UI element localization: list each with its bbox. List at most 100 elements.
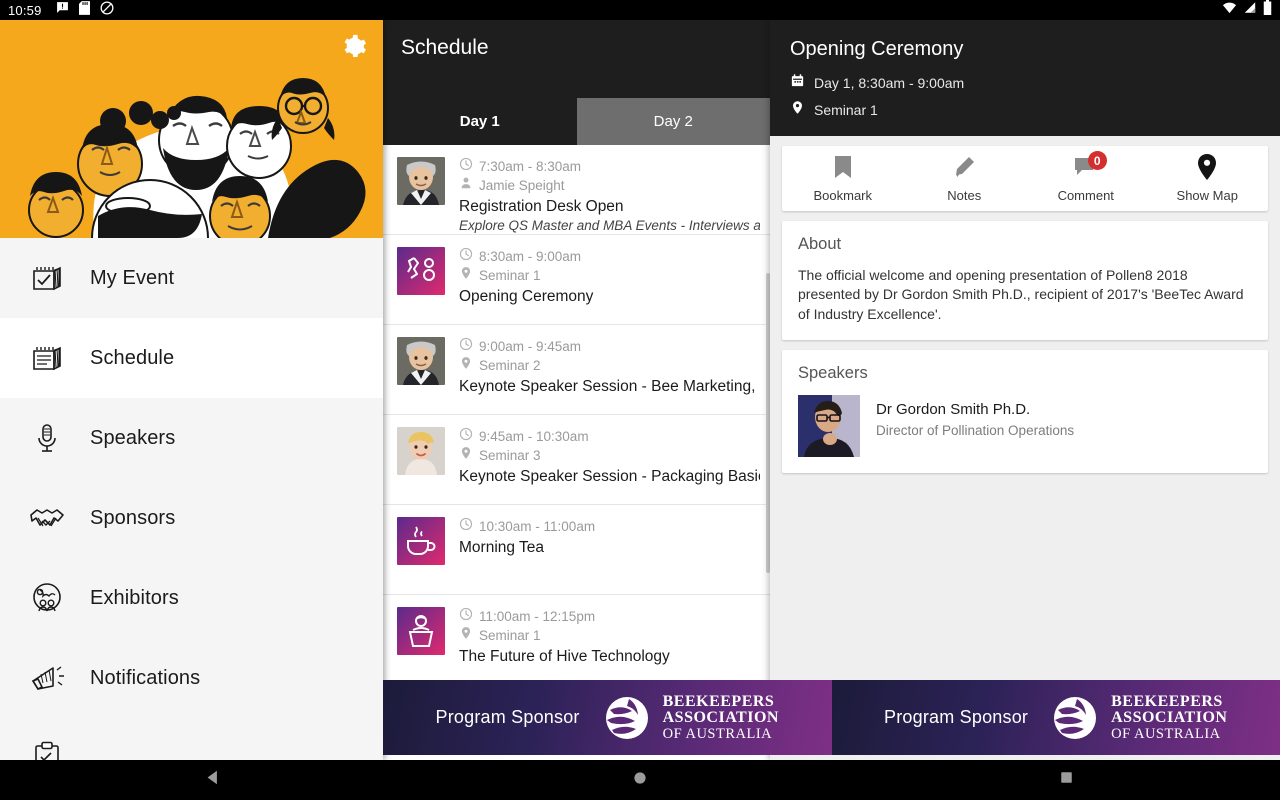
globe-logo-icon: [605, 696, 648, 739]
sidebar-item-my-event[interactable]: My Event: [0, 238, 383, 318]
schedule-list-item[interactable]: 11:00am - 12:15pm Seminar 1 The Future o…: [383, 595, 770, 685]
location-icon: [459, 356, 473, 375]
sponsor-logo: BEEKEEPERS ASSOCIATION OF AUSTRALIA: [602, 693, 779, 743]
about-heading: About: [798, 235, 842, 253]
person-icon: [459, 176, 473, 195]
drawer-header: [0, 20, 383, 238]
sidebar-label-schedule: Schedule: [90, 346, 175, 369]
detail-datetime-row: Day 1, 8:30am - 9:00am: [790, 73, 1260, 93]
microphone-icon: [22, 421, 72, 455]
speakers-card: Speakers Dr Gordon Smith Ph.D. Director …: [782, 349, 1268, 473]
session-title: Opening Ceremony: [459, 288, 594, 305]
session-time: 11:00am - 12:15pm: [479, 609, 596, 624]
sponsor-logo-line2: ASSOCIATION: [1111, 709, 1228, 727]
back-triangle-icon: [205, 769, 222, 791]
schedule-list-item[interactable]: 8:30am - 9:00am Seminar 1 Opening Ceremo…: [383, 235, 770, 325]
sidebar-item-notifications[interactable]: Notifications: [0, 638, 383, 718]
session-location: Seminar 1: [479, 628, 541, 643]
sponsor-label: Program Sponsor: [435, 707, 580, 727]
home-button[interactable]: [600, 760, 680, 800]
comment-button[interactable]: 0 Comment: [1025, 151, 1147, 203]
clock-icon: [459, 427, 473, 446]
battery-icon: [1263, 0, 1272, 20]
sponsor-banner[interactable]: Program Sponsor BEEKEEPERS ASSOCIATION O…: [383, 680, 1280, 755]
session-title: Keynote Speaker Session - Bee Marketing,…: [459, 378, 760, 395]
settings-button[interactable]: [337, 32, 371, 66]
session-location: Seminar 2: [479, 358, 541, 373]
session-thumbnail: [397, 517, 445, 565]
map-pin-icon: [1197, 153, 1217, 185]
speaker-list-item[interactable]: Dr Gordon Smith Ph.D. Director of Pollin…: [798, 394, 1252, 457]
megaphone-icon: [22, 662, 72, 694]
calendar-lines-icon: [22, 341, 72, 375]
session-location: Seminar 3: [479, 448, 541, 463]
sponsor-logo-line1: BEEKEEPERS: [1111, 692, 1223, 710]
session-detail-pane: Opening Ceremony Day 1, 8:30am - 9:00am …: [770, 20, 1280, 760]
clock-icon: [459, 157, 473, 176]
session-subtitle: Explore QS Master and MBA Events - Inter…: [459, 218, 760, 233]
wifi-icon: [1222, 1, 1237, 19]
schedule-list-item[interactable]: 7:30am - 8:30am Jamie Speight Registrati…: [383, 145, 770, 235]
detail-appbar: Opening Ceremony Day 1, 8:30am - 9:00am …: [770, 20, 1280, 136]
speaker-avatar: [798, 394, 860, 457]
sponsor-banner-right[interactable]: Program Sponsor BEEKEEPERS ASSOCIATION O…: [831, 680, 1280, 755]
drawer-nav-list: My Event Schedule Speakers Sponsors Exhi…: [0, 238, 383, 760]
page-title: Schedule: [401, 36, 489, 59]
detail-location-row: Seminar 1: [790, 100, 1260, 120]
schedule-list-item[interactable]: 9:00am - 9:45am Seminar 2 Keynote Speake…: [383, 325, 770, 415]
clock-icon: [459, 247, 473, 266]
globe-logo-icon: [1054, 696, 1097, 739]
signal-icon: [1243, 1, 1257, 19]
schedule-list-item[interactable]: 9:45am - 10:30am Seminar 3 Keynote Speak…: [383, 415, 770, 505]
sidebar-item-partial[interactable]: [0, 718, 383, 760]
show-map-button[interactable]: Show Map: [1147, 153, 1269, 203]
sponsor-banner-left[interactable]: Program Sponsor BEEKEEPERS ASSOCIATION O…: [383, 680, 832, 755]
about-text: The official welcome and opening present…: [798, 267, 1244, 322]
session-title: The Future of Hive Technology: [459, 648, 670, 665]
sidebar-label-sponsors: Sponsors: [90, 506, 176, 529]
sidebar-label-notifications: Notifications: [90, 666, 201, 689]
calendar-icon: [790, 73, 805, 93]
content-panes: Schedule Day 1 Day 2 7:30am - 8:30am Jam…: [0, 20, 1280, 760]
home-circle-icon: [632, 770, 648, 791]
clock-icon: [459, 337, 473, 356]
location-icon: [459, 626, 473, 645]
about-card: About The official welcome and opening p…: [782, 221, 1268, 340]
schedule-list-item[interactable]: 10:30am - 11:00am Morning Tea: [383, 505, 770, 595]
session-time: 9:45am - 10:30am: [479, 429, 589, 444]
calendar-check-icon: [22, 261, 72, 295]
detail-title: Opening Ceremony: [790, 38, 964, 60]
clipboard-icon: [22, 741, 72, 760]
notes-button[interactable]: Notes: [904, 156, 1026, 203]
session-time: 8:30am - 9:00am: [479, 249, 582, 264]
speaker-role: Director of Pollination Operations: [876, 422, 1075, 438]
android-navigation-bar: [0, 760, 1280, 800]
sponsor-logo-line3: OF AUSTRALIA: [662, 725, 773, 742]
session-thumbnail: [397, 157, 445, 205]
sidebar-item-schedule[interactable]: Schedule: [0, 318, 383, 398]
sidebar-item-sponsors[interactable]: Sponsors: [0, 478, 383, 558]
comment-count-badge: 0: [1087, 151, 1107, 170]
session-thumbnail: [397, 337, 445, 385]
sponsor-logo-line2: ASSOCIATION: [662, 709, 779, 727]
bookmark-button[interactable]: Bookmark: [782, 155, 904, 203]
session-thumbnail: [397, 247, 445, 295]
message-alert-icon: [56, 1, 69, 19]
sponsor-label: Program Sponsor: [884, 707, 1029, 727]
speaker-name: Dr Gordon Smith Ph.D.: [876, 400, 1031, 418]
recents-button[interactable]: [1027, 760, 1107, 800]
bookmark-icon: [833, 155, 853, 184]
sidebar-item-speakers[interactable]: Speakers: [0, 398, 383, 478]
app-root: 10:59 Schedule Day 1 Day 2 7:30am - 8:30…: [0, 0, 1280, 800]
tab-day-2[interactable]: Day 2: [576, 98, 770, 145]
session-title: Registration Desk Open: [459, 198, 624, 215]
sponsor-logo-line1: BEEKEEPERS: [662, 692, 775, 710]
session-thumbnail: [397, 607, 445, 655]
drawer-illustration: [0, 20, 383, 238]
back-button[interactable]: [173, 760, 253, 800]
session-speaker: Jamie Speight: [479, 178, 565, 193]
sidebar-item-exhibitors[interactable]: Exhibitors: [0, 558, 383, 638]
notes-label: Notes: [947, 188, 982, 203]
tab-day-1[interactable]: Day 1: [383, 98, 577, 145]
location-icon: [459, 446, 473, 465]
